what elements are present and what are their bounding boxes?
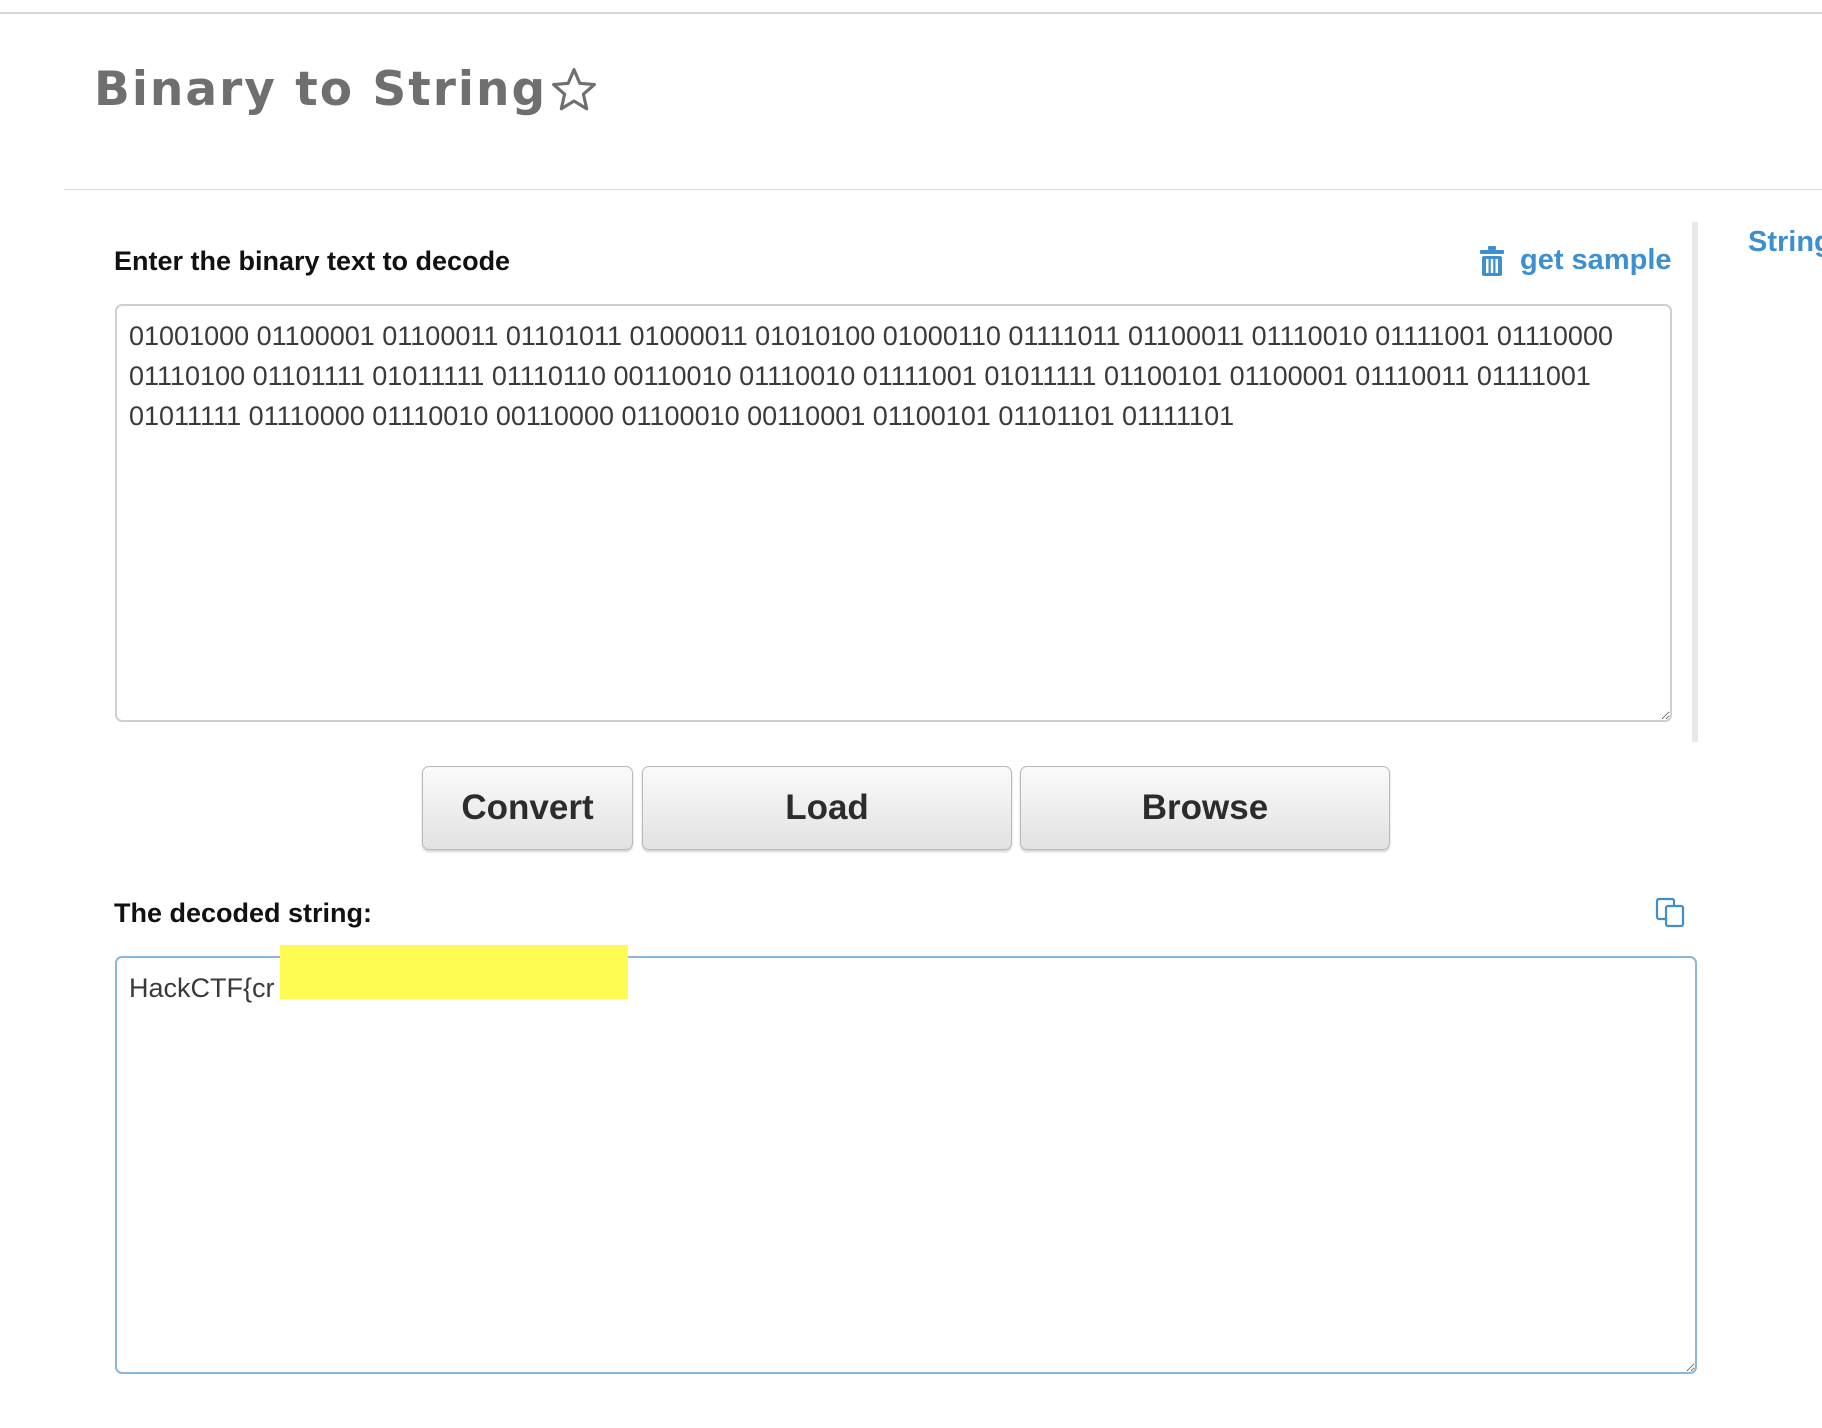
browse-button[interactable]: Browse [1020, 766, 1390, 850]
output-label: The decoded string: [114, 898, 373, 928]
sidebar-link-string[interactable]: String [1748, 226, 1822, 259]
sidebar-divider [1692, 222, 1698, 742]
get-sample-label: get sample [1520, 244, 1672, 276]
page-title-text: Binary to String [94, 62, 548, 117]
decoded-output-textarea[interactable]: HackCTF{cr [115, 956, 1697, 1374]
binary-input-textarea[interactable]: 01001000 01100001 01100011 01101011 0100… [115, 304, 1672, 722]
top-divider [0, 0, 1822, 14]
redaction-highlight [280, 945, 628, 999]
copy-icon[interactable] [1654, 896, 1686, 928]
trash-icon [1480, 245, 1504, 276]
section-divider [64, 189, 1822, 190]
input-label: Enter the binary text to decode [114, 246, 511, 276]
star-outline-icon[interactable] [549, 65, 599, 127]
convert-button[interactable]: Convert [422, 766, 633, 850]
get-sample-link[interactable]: get sample [1480, 244, 1672, 277]
load-button[interactable]: Load [642, 766, 1012, 850]
page-title: Binary to String [94, 62, 599, 127]
